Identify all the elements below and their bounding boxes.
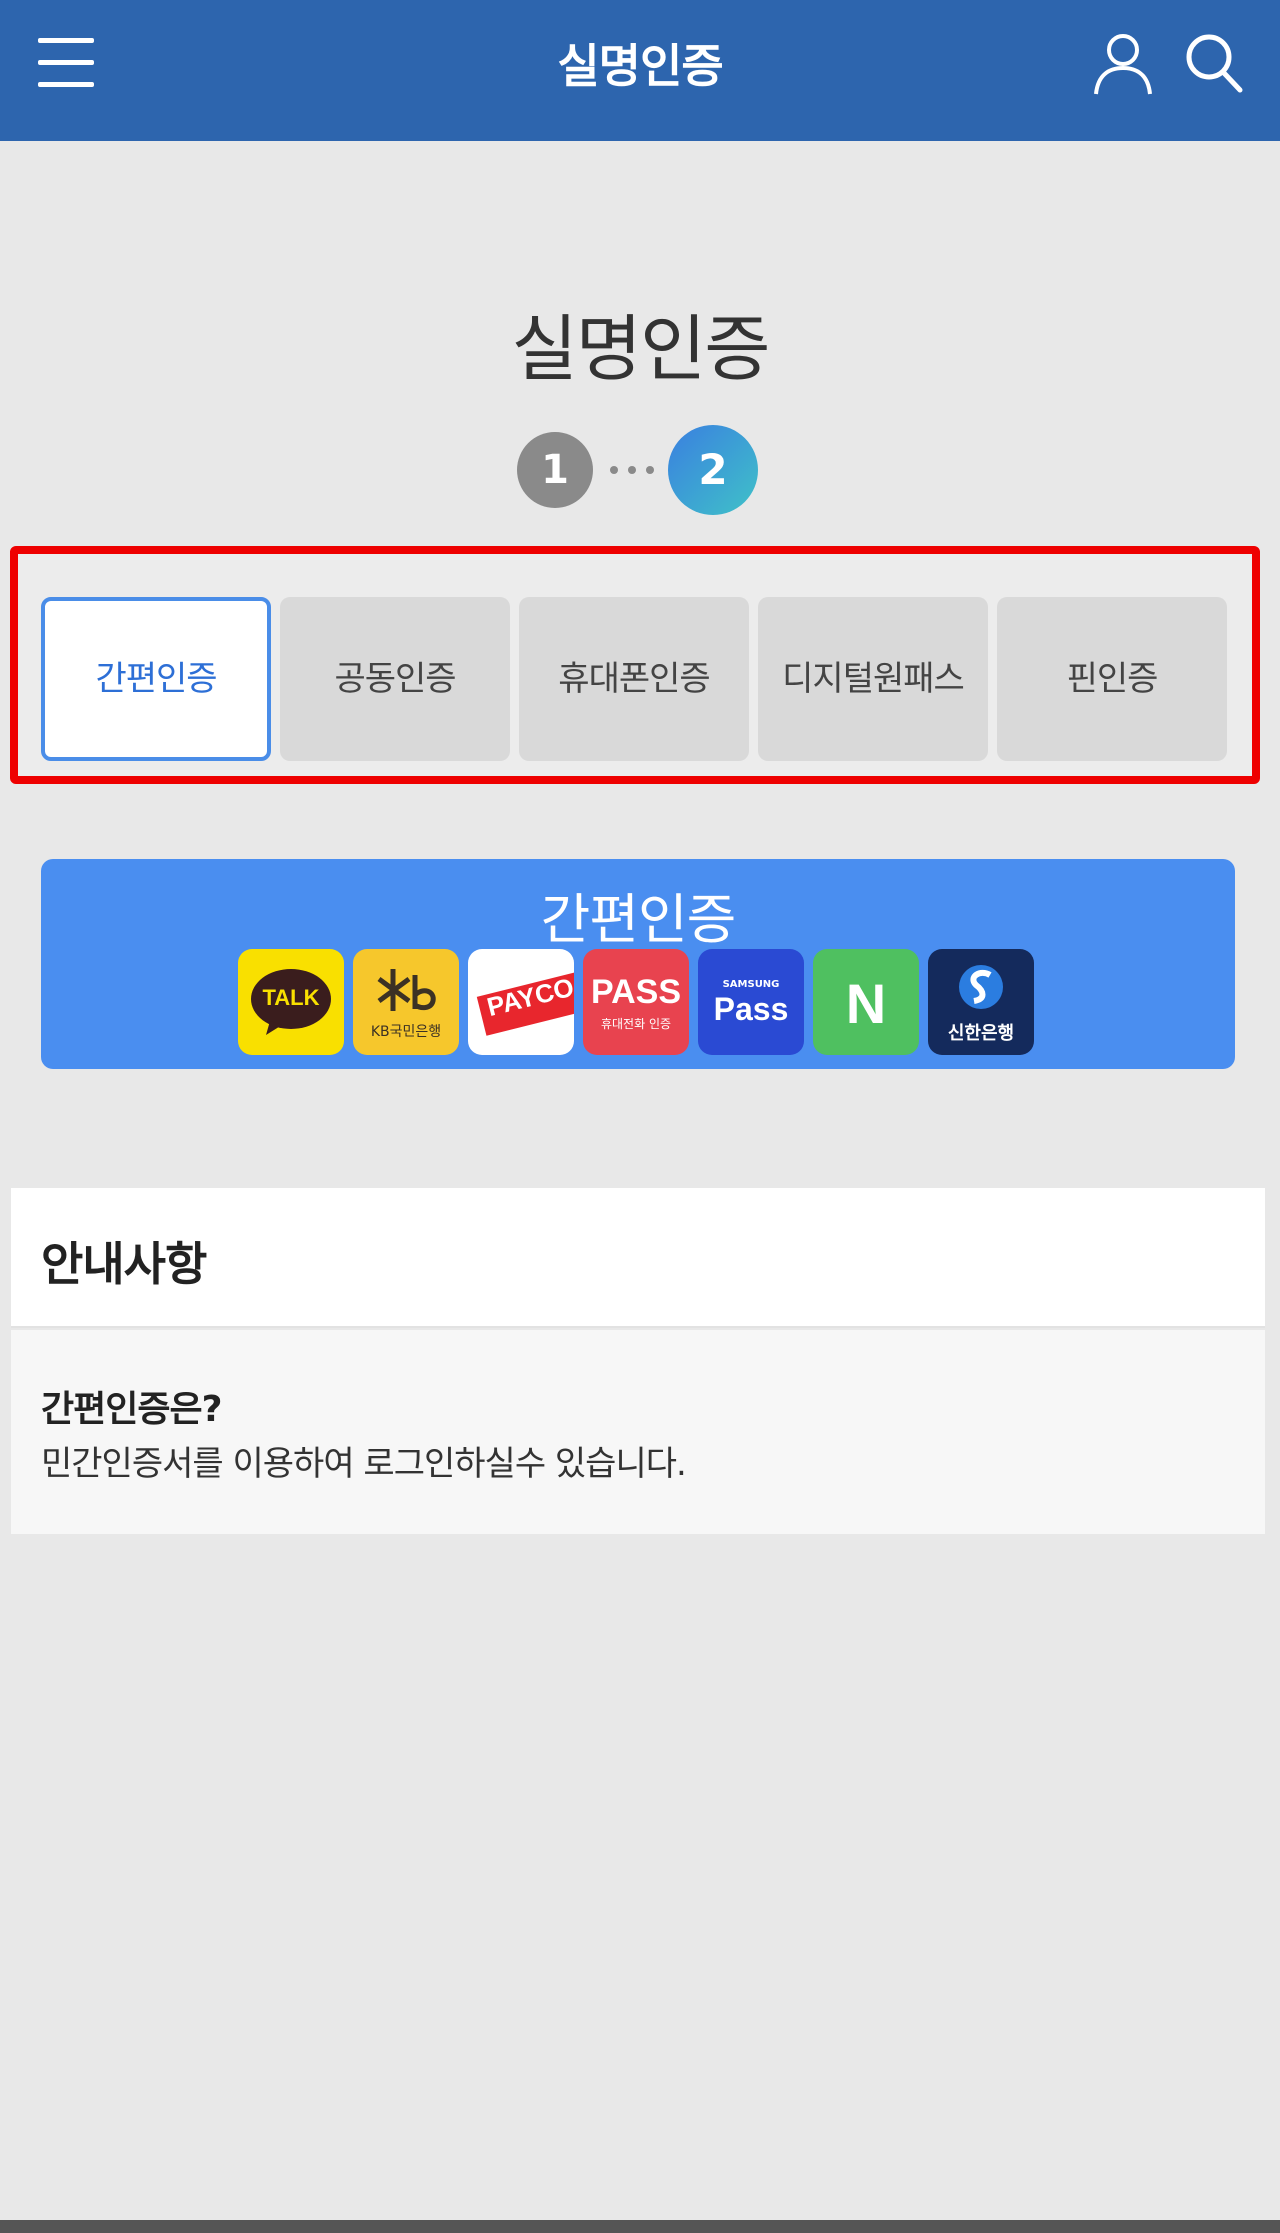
notice-question: 간편인증은? [41, 1389, 222, 1430]
tab-easy-auth[interactable]: 간편인증 [41, 597, 271, 761]
auth-method-tabs: 간편인증 공동인증 휴대폰인증 디지털원패스 핀인증 [10, 546, 1260, 784]
naver-icon: N [813, 949, 919, 1055]
kb-bank-icon: KB국민은행 [353, 949, 459, 1055]
notice-answer: 민간인증서를 이용하여 로그인하실수 있습니다. [41, 1444, 687, 1484]
step-2-indicator-current: 2 [668, 425, 758, 515]
banner-title: 간편인증 [540, 888, 737, 951]
header-title: 실명인증 [557, 39, 723, 93]
tab-joint-certificate[interactable]: 공동인증 [280, 597, 510, 761]
notice-section-header: 안내사항 [11, 1188, 1265, 1328]
tab-pin-auth[interactable]: 핀인증 [997, 597, 1227, 761]
page-title: 실명인증 [511, 307, 771, 391]
easy-auth-banner-button[interactable]: 간편인증 TALK KB국민은행 PAYCO PASS 휴대전화 인증 SAMS… [41, 859, 1235, 1069]
shinhan-bank-icon: 신한은행 [928, 949, 1034, 1055]
tab-mobile-auth[interactable]: 휴대폰인증 [519, 597, 749, 761]
step-connector-dots [610, 466, 658, 474]
top-header: 실명인증 [0, 0, 1280, 141]
payco-icon: PAYCO [468, 949, 574, 1055]
step-1-indicator: 1 [517, 432, 593, 508]
kakaotalk-icon: TALK [238, 949, 344, 1055]
bottom-bar [0, 2220, 1280, 2233]
samsung-pass-icon: SAMSUNG Pass [698, 949, 804, 1055]
tab-digital-onepass[interactable]: 디지털원패스 [758, 597, 988, 761]
pass-icon: PASS 휴대전화 인증 [583, 949, 689, 1055]
search-icon[interactable] [1184, 32, 1244, 94]
notice-title: 안내사항 [41, 1237, 207, 1291]
user-icon[interactable] [1092, 32, 1154, 96]
notice-section-body: 간편인증은? 민간인증서를 이용하여 로그인하실수 있습니다. [11, 1330, 1265, 1534]
